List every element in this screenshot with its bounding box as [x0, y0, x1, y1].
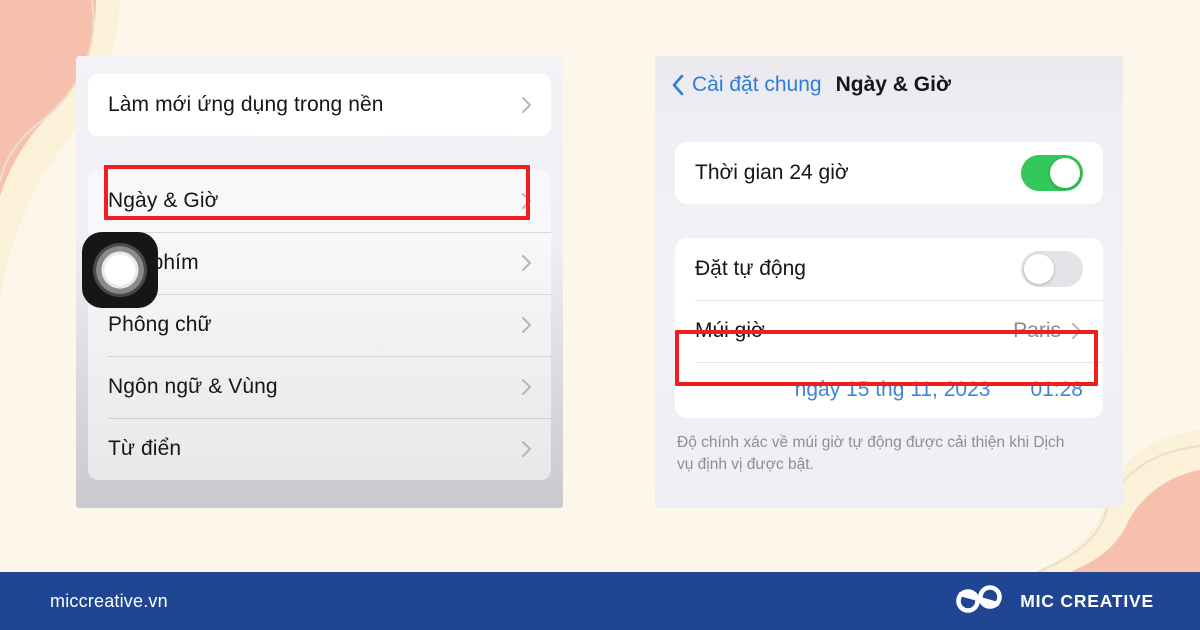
settings-row-dictionary[interactable]: Từ điển	[88, 418, 551, 480]
time-zone-value: Paris	[1013, 319, 1061, 342]
settings-group-two: Ngày & Giờ Bàn phím Phông chữ	[88, 170, 551, 480]
page-title: Ngày & Giờ	[835, 73, 951, 96]
settings-row-fonts[interactable]: Phông chữ	[88, 294, 551, 356]
settings-row-time-zone[interactable]: Múi giờ Paris	[675, 300, 1103, 362]
chevron-right-icon	[521, 377, 533, 397]
settings-row-set-automatically[interactable]: Đặt tự động	[675, 238, 1103, 300]
chevron-right-icon	[521, 439, 533, 459]
lens-ring	[93, 243, 147, 297]
back-label: Cài đặt chung	[692, 73, 822, 96]
infinity-loops-logo	[954, 584, 1008, 619]
toggle-24-hour-time[interactable]	[1021, 155, 1083, 191]
row-label: Từ điển	[108, 437, 182, 460]
chevron-right-icon	[521, 95, 533, 115]
navigation-bar: Cài đặt chung Ngày & Giờ	[655, 56, 1123, 114]
row-label: Đặt tự động	[695, 257, 806, 280]
datetime-group-one: Thời gian 24 giờ	[675, 142, 1103, 204]
toggle-set-automatically[interactable]	[1021, 251, 1083, 287]
camera-lens-icon	[82, 232, 158, 308]
row-label: Bàn phím	[108, 251, 199, 274]
site-url[interactable]: miccreative.vn	[50, 591, 168, 612]
settings-row-date-time[interactable]: Ngày & Giờ	[88, 170, 551, 232]
brand-lockup: MIC CREATIVE	[954, 584, 1154, 619]
toggle-knob	[1024, 254, 1054, 284]
settings-row-24-hour-time[interactable]: Thời gian 24 giờ	[675, 142, 1103, 204]
chevron-right-icon	[521, 315, 533, 335]
date-value[interactable]: ngày 15 thg 11, 2023	[795, 378, 991, 402]
chevron-right-icon	[521, 191, 533, 211]
row-label: Làm mới ứng dụng trong nền	[108, 93, 384, 116]
toggle-knob	[1050, 158, 1080, 188]
row-label: Ngôn ngữ & Vùng	[108, 375, 278, 398]
chevron-left-icon	[671, 73, 685, 97]
footnote-text: Độ chính xác về múi giờ tự động được cải…	[677, 434, 1065, 474]
row-label: Ngày & Giờ	[108, 189, 219, 212]
row-label: Phông chữ	[108, 313, 212, 336]
datetime-picker-row[interactable]: ngày 15 thg 11, 2023 01:28	[675, 362, 1103, 418]
row-label: Thời gian 24 giờ	[695, 161, 849, 184]
time-value[interactable]: 01:28	[1030, 378, 1083, 402]
datetime-group-two: Đặt tự động Múi giờ Paris ngày 15 thg 11…	[675, 238, 1103, 418]
settings-group-one: Làm mới ứng dụng trong nền	[88, 74, 551, 136]
settings-row-language-region[interactable]: Ngôn ngữ & Vùng	[88, 356, 551, 418]
right-screenshot-panel: Cài đặt chung Ngày & Giờ Thời gian 24 gi…	[655, 56, 1123, 508]
back-button[interactable]: Cài đặt chung	[671, 73, 822, 97]
chevron-right-icon	[521, 253, 533, 273]
chevron-right-icon	[1071, 321, 1083, 341]
brand-name: MIC CREATIVE	[1020, 590, 1154, 611]
row-label: Múi giờ	[695, 319, 765, 342]
settings-row-background-app-refresh[interactable]: Làm mới ứng dụng trong nền	[88, 74, 551, 136]
brand-footer-bar: miccreative.vn MIC CREATIVE	[0, 572, 1200, 630]
